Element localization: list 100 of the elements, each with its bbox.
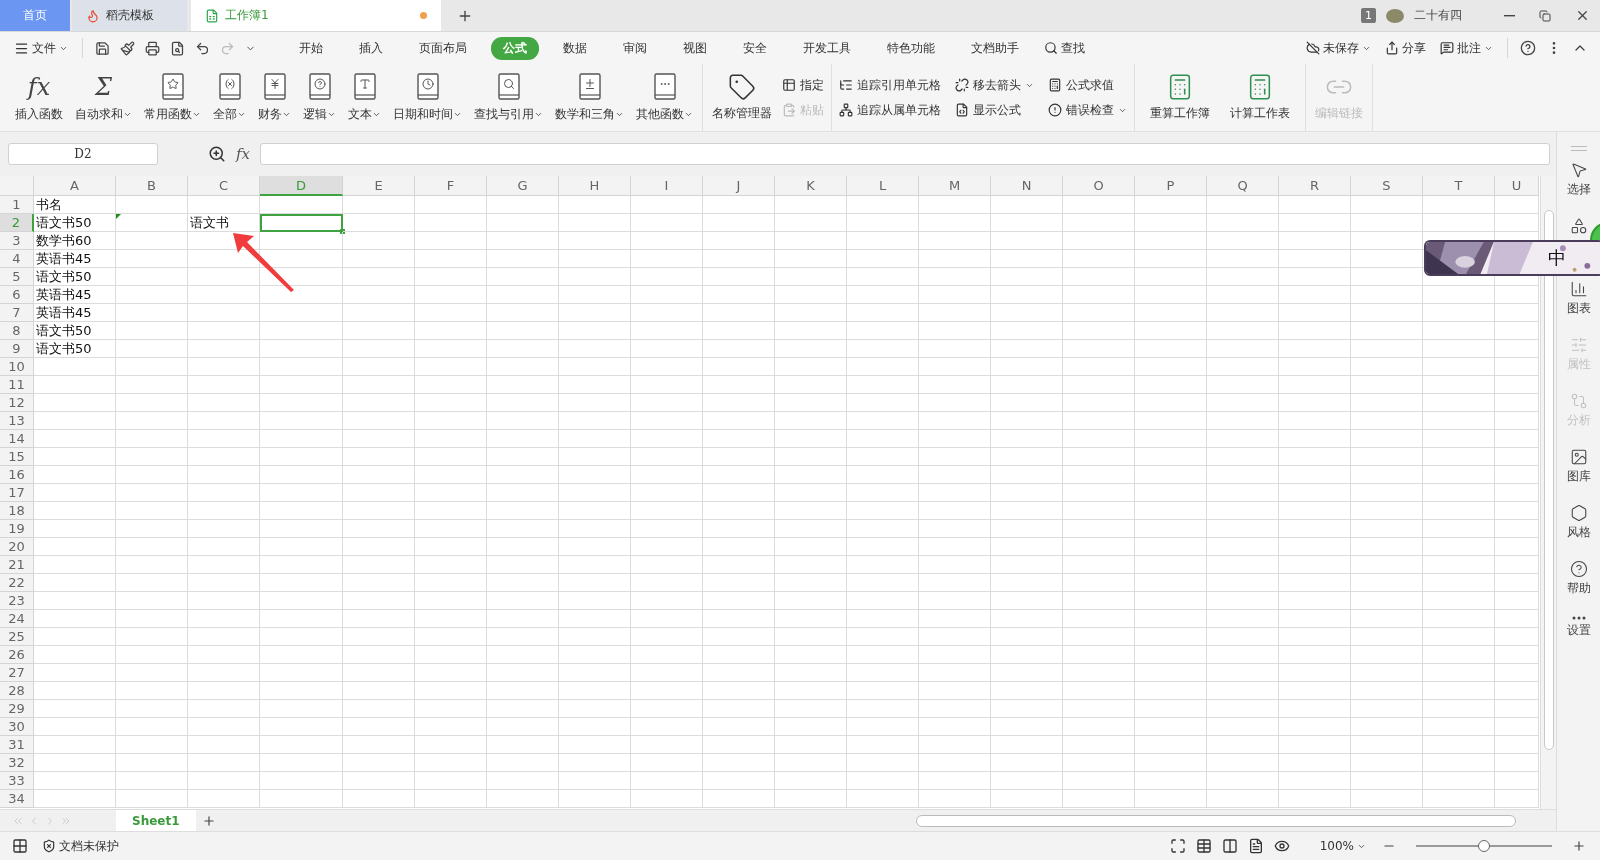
sidebar-item[interactable]: 风格 [1566, 504, 1591, 541]
menu-tab[interactable]: 页面布局 [407, 36, 479, 60]
toolbar-action[interactable]: 未保存 [1302, 37, 1375, 59]
menu-tab[interactable]: 特色功能 [875, 36, 947, 60]
row-header[interactable]: 3 [0, 232, 34, 250]
row-header[interactable]: 10 [0, 358, 34, 376]
sidebar-item[interactable] [1569, 217, 1588, 235]
row-header[interactable]: 29 [0, 700, 34, 718]
formula-input[interactable] [260, 143, 1550, 165]
layout-icon[interactable] [12, 838, 28, 854]
row-header[interactable]: 24 [0, 610, 34, 628]
ribbon-button[interactable]: 查找与引用 [469, 68, 548, 127]
ribbon-button[interactable]: 日期和时间 [388, 68, 467, 127]
row-header[interactable]: 32 [0, 754, 34, 772]
file-menu[interactable]: 文件 [10, 37, 72, 59]
row-header[interactable]: 27 [0, 664, 34, 682]
row-header[interactable]: 8 [0, 322, 34, 340]
fullscreen-icon[interactable] [1169, 838, 1186, 854]
row-header[interactable]: 9 [0, 340, 34, 358]
row-header[interactable]: 14 [0, 430, 34, 448]
ribbon-small-button[interactable]: 追踪引用单元格 [836, 75, 944, 95]
row-header[interactable]: 20 [0, 538, 34, 556]
column-header[interactable]: J [703, 176, 775, 196]
column-header[interactable]: A [34, 176, 116, 196]
menu-tab[interactable]: 数据 [551, 36, 599, 60]
column-header[interactable]: R [1279, 176, 1351, 196]
menu-tab[interactable]: 文档助手 [959, 36, 1031, 60]
sidebar-item[interactable]: 选择 [1566, 161, 1591, 198]
ribbon-button[interactable]: Σ 自动求和 [70, 68, 137, 127]
document-tab[interactable]: 稻壳模板 [72, 0, 187, 31]
row-header[interactable]: 17 [0, 484, 34, 502]
row-header[interactable]: 31 [0, 736, 34, 754]
function-label[interactable]: fx [236, 145, 250, 163]
row-header[interactable]: 5 [0, 268, 34, 286]
row-header[interactable]: 34 [0, 790, 34, 808]
panel-grip[interactable] [1570, 146, 1587, 151]
ribbon-button[interactable]: 常用函数 [139, 68, 206, 127]
toolbar-action[interactable]: 分享 [1381, 37, 1430, 59]
row-header[interactable]: 4 [0, 250, 34, 268]
ribbon-button[interactable]: 重算工作簿 [1145, 69, 1215, 126]
ribbon-button[interactable]: 其他函数 [631, 68, 698, 127]
sidebar-item[interactable]: 图表 [1566, 280, 1591, 317]
menu-tab[interactable]: 开始 [287, 36, 335, 60]
ribbon-button[interactable]: 逻辑 [298, 68, 341, 127]
help-button[interactable] [1518, 38, 1538, 58]
column-header[interactable]: B [116, 176, 188, 196]
fill-handle[interactable] [340, 229, 345, 234]
ribbon-button[interactable]: 计算工作表 [1225, 69, 1295, 126]
ribbon-button[interactable]: fx 插入函数 [10, 68, 68, 127]
column-header[interactable]: H [559, 176, 631, 196]
ribbon-button[interactable]: 名称管理器 [707, 69, 777, 126]
ribbon-small-button[interactable]: 移去箭头 [952, 75, 1037, 95]
sidebar-item[interactable]: 图库 [1566, 448, 1591, 485]
row-header[interactable]: 13 [0, 412, 34, 430]
horizontal-scrollbar[interactable] [916, 814, 1516, 827]
row-header[interactable]: 33 [0, 772, 34, 790]
column-header[interactable]: N [991, 176, 1063, 196]
ribbon-button[interactable]: 财务 [253, 68, 296, 127]
column-header[interactable]: L [847, 176, 919, 196]
column-header[interactable]: I [631, 176, 703, 196]
sidebar-item[interactable]: 帮助 [1566, 560, 1591, 597]
user-name[interactable]: 二十有四 [1414, 7, 1462, 24]
menu-tab[interactable]: 审阅 [611, 36, 659, 60]
row-header[interactable]: 15 [0, 448, 34, 466]
row-header[interactable]: 6 [0, 286, 34, 304]
row-header[interactable]: 26 [0, 646, 34, 664]
zoom-icon[interactable] [208, 145, 226, 163]
row-header[interactable]: 22 [0, 574, 34, 592]
ribbon-small-button[interactable]: 指定 [779, 75, 827, 95]
ribbon-button[interactable]: 全部 [208, 68, 251, 127]
column-header[interactable]: Q [1207, 176, 1279, 196]
menu-tab[interactable]: 开发工具 [791, 36, 863, 60]
column-header[interactable]: T [1423, 176, 1495, 196]
row-header[interactable]: 16 [0, 466, 34, 484]
row-header[interactable]: 25 [0, 628, 34, 646]
minimize-button[interactable] [1502, 12, 1517, 19]
row-header[interactable]: 12 [0, 394, 34, 412]
ribbon-small-button[interactable]: 错误检查 [1045, 100, 1130, 120]
name-box[interactable]: D2 [8, 143, 158, 165]
column-header[interactable]: F [415, 176, 487, 196]
row-header[interactable]: 1 [0, 196, 34, 214]
menu-tab[interactable]: 视图 [671, 36, 719, 60]
row-header[interactable]: 23 [0, 592, 34, 610]
document-tab[interactable]: 工作簿1 [191, 0, 441, 31]
menu-tab[interactable]: 安全 [731, 36, 779, 60]
row-header[interactable]: 30 [0, 718, 34, 736]
row-header[interactable]: 11 [0, 376, 34, 394]
document-tab[interactable]: 首页 [0, 0, 70, 31]
column-header[interactable]: U [1495, 176, 1539, 196]
avatar[interactable] [1386, 8, 1404, 23]
normal-view-icon[interactable] [1195, 838, 1212, 854]
restore-button[interactable] [1537, 7, 1553, 24]
input-mode-label[interactable]: 中 [1548, 246, 1566, 270]
protection-status[interactable]: 文档未保护 [38, 835, 123, 857]
sidebar-item[interactable]: 设置 [1566, 616, 1591, 639]
zoom-thumb[interactable] [1478, 840, 1490, 852]
column-header[interactable]: E [343, 176, 415, 196]
column-header[interactable]: G [487, 176, 559, 196]
row-header[interactable]: 28 [0, 682, 34, 700]
selected-cell[interactable] [260, 214, 343, 232]
